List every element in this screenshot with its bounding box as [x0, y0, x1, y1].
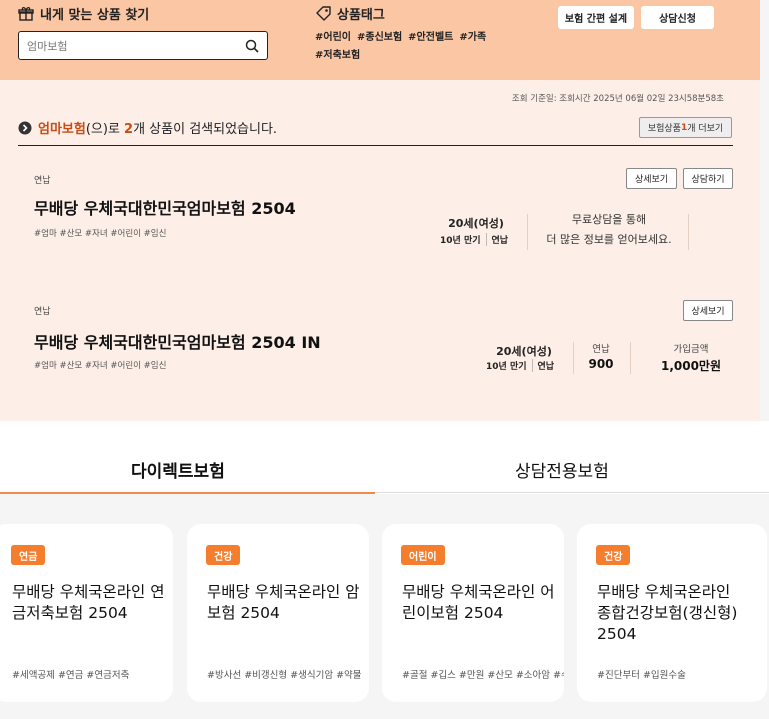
product-tile[interactable]: 건강 무배당 우체국온라인 종합건강보험(갱신형) 2504 #진단부터 #입원… [577, 524, 767, 702]
consult-button[interactable]: 상담하기 [683, 168, 733, 189]
more-btn-post: 개 더보기 [687, 124, 724, 134]
coverage-terms: 10년 만기 연납 [440, 233, 508, 246]
result-count: 2 [124, 122, 134, 137]
finder-title-text: 내게 맞는 상품 찾기 [40, 8, 150, 23]
tag-item[interactable]: #안전벨트 [408, 32, 453, 43]
category-badge: 어린이 [401, 545, 445, 565]
quick-design-button[interactable]: 보험 간편 설계 [558, 6, 634, 29]
product-card: 연납 무배당 우체국대한민국엄마보험 2504 #엄마 #산모 #자녀 #어린이… [18, 158, 733, 278]
coverage-amount-value: 1,000만원 [660, 359, 722, 373]
product-tags: #엄마 #산모 #자녀 #어린이 #임신 [34, 229, 167, 239]
category-badge: 건강 [596, 545, 631, 565]
insured-age: 20세(여성) [448, 217, 504, 230]
tag-item[interactable]: #어린이 [315, 32, 351, 43]
tag-title-text: 상품태그 [337, 8, 385, 23]
detail-button[interactable]: 상세보기 [626, 168, 677, 189]
divider [573, 342, 574, 374]
coverage-period: 10년 만기 [486, 362, 527, 372]
payment-type-label: 연납 [34, 176, 51, 186]
payment-type-label: 연납 [34, 307, 51, 317]
product-tile-tags: #방사선 #비갱신형 #생식기암 #약물 [207, 670, 362, 681]
search-input[interactable]: 엄마보험 [18, 31, 268, 60]
divider [18, 145, 733, 146]
product-finder-header: 내게 맞는 상품 찾기 엄마보험 상품태그 #어린이 #종신보험 #안전벨트 #가족 … [0, 0, 760, 80]
product-tags: #엄마 #산모 #자녀 #어린이 #임신 [34, 361, 167, 371]
category-badge: 건강 [206, 545, 241, 565]
finder-title: 내게 맞는 상품 찾기 [18, 4, 149, 23]
product-tile-tags: #골절 #깁스 #만원 #산모 #소아암 #수 [402, 670, 564, 681]
search-icon[interactable] [245, 39, 259, 53]
tag-list: #어린이 #종신보험 #안전벨트 #가족 #저축보험 [315, 29, 495, 65]
insured-age: 20세(여성) [496, 345, 552, 358]
tag-title: 상품태그 [315, 4, 385, 23]
product-tile-tags: #세액공제 #연금 #연금저축 [12, 670, 130, 681]
consult-notice-line: 더 많은 정보를 얻어보세요. [546, 233, 672, 246]
payment-cycle: 연납 [485, 233, 508, 246]
product-tile[interactable]: 건강 무배당 우체국온라인 암보험 2504 #방사선 #비갱신형 #생식기암 … [187, 524, 369, 702]
product-card: 연납 무배당 우체국대한민국엄마보험 2504 IN #엄마 #산모 #자녀 #… [18, 292, 733, 402]
chevron-right-circle-icon [18, 121, 32, 134]
coverage-period: 10년 만기 [440, 236, 481, 246]
consult-request-button[interactable]: 상담신청 [641, 6, 714, 29]
coverage-amount-label: 가입금액 [673, 344, 709, 355]
product-tile-tags: #진단부터 #입원수술 [597, 670, 686, 681]
tab-underline [375, 492, 769, 493]
tag-item[interactable]: #저축보험 [315, 50, 360, 61]
result-summary: 엄마보험(으)로 2개 상품이 검색되었습니다. [18, 118, 277, 137]
result-text: 개 상품이 검색되었습니다. [133, 122, 278, 137]
product-tile[interactable]: 어린이 무배당 우체국온라인 어린이보험 2504 #골절 #깁스 #만원 #산… [382, 524, 564, 702]
premium-value: 900 [588, 357, 614, 371]
tag-item[interactable]: #가족 [459, 32, 486, 43]
product-name[interactable]: 무배당 우체국대한민국엄마보험 2504 IN [34, 329, 321, 353]
payment-cycle: 연납 [531, 359, 554, 372]
more-products-button[interactable]: 보험상품 1개 더보기 [639, 117, 732, 138]
insurance-type-tabs: 다이렉트보험 상담전용보험 [0, 421, 769, 494]
divider [630, 342, 631, 374]
product-carousel: 연금 무배당 우체국온라인 연금저축보험 2504 #세액공제 #연금 #연금저… [0, 494, 769, 719]
premium-label: 연납 [592, 344, 610, 355]
consult-notice-line: 무료상담을 통해 [571, 213, 647, 226]
tab-consult-only[interactable]: 상담전용보험 [515, 457, 609, 482]
search-results: 조회 기준일: 조회시간 2025년 06월 02일 23시58분58초 엄마보… [0, 80, 760, 421]
product-tile-name: 무배당 우체국온라인 연금저축보험 2504 [12, 583, 165, 622]
tab-direct[interactable]: 다이렉트보험 [131, 457, 225, 482]
divider [527, 214, 528, 250]
gift-icon [18, 6, 34, 21]
premium: 연납 900 [578, 341, 624, 371]
divider [688, 214, 689, 250]
tag-icon [316, 6, 331, 21]
category-badge: 연금 [11, 545, 46, 565]
result-suffix: (으)로 [85, 122, 125, 137]
product-name[interactable]: 무배당 우체국대한민국엄마보험 2504 [34, 195, 296, 219]
product-tile[interactable]: 연금 무배당 우체국온라인 연금저축보험 2504 #세액공제 #연금 #연금저… [0, 524, 173, 702]
product-tile-name: 무배당 우체국온라인 어린이보험 2504 [402, 583, 555, 622]
product-tile-name: 무배당 우체국온라인 암보험 2504 [207, 583, 360, 622]
detail-button[interactable]: 상세보기 [683, 300, 733, 321]
result-query: 엄마보험 [38, 122, 86, 137]
more-btn-pre: 보험상품 [647, 124, 681, 134]
consult-notice: 무료상담을 통해 더 많은 정보를 얻어보세요. [534, 210, 684, 250]
product-tile-name: 무배당 우체국온라인 종합건강보험(갱신형) 2504 [597, 583, 738, 643]
search-input-value[interactable]: 엄마보험 [27, 38, 245, 54]
query-timestamp: 조회 기준일: 조회시간 2025년 06월 02일 23시58분58초 [511, 94, 724, 104]
coverage-terms: 10년 만기 연납 [486, 359, 554, 372]
tag-item[interactable]: #종신보험 [357, 32, 402, 43]
coverage-amount: 가입금액 1,000만원 [648, 341, 734, 374]
